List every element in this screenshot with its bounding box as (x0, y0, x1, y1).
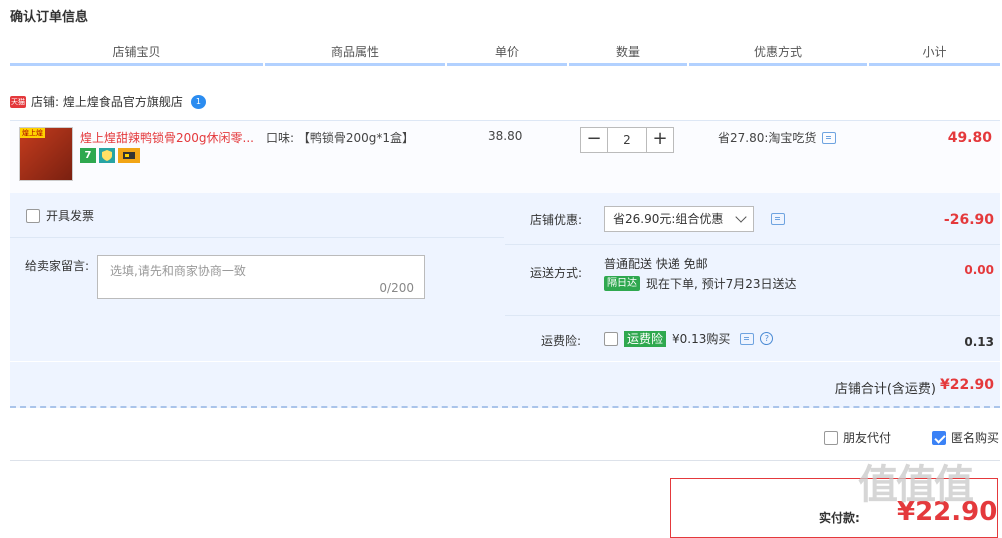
freight-insurance-checkbox[interactable] (604, 331, 618, 346)
shipping-eta-row: 隔日达 现在下单, 预计7月23日送达 (604, 275, 797, 292)
next-day-delivery-badge: 隔日达 (604, 276, 640, 291)
column-header-subtotal: 小计 (869, 40, 1000, 66)
quantity-stepper: − 2 + (580, 127, 674, 153)
friend-pay-checkbox[interactable] (824, 430, 838, 445)
tmall-icon: 天猫 (10, 96, 26, 108)
order-options-right: 店铺优惠: 省26.90元:组合优惠 -26.90 运送方式: 普通配送 快递 … (505, 193, 1000, 361)
shipping-method: 普通配送 快递 免邮 (604, 257, 708, 271)
seller-message-char-count: 0/200 (379, 281, 414, 295)
discount-info-icon[interactable] (771, 213, 785, 225)
anonymous-purchase-option[interactable]: 匿名购买 (932, 429, 999, 446)
credit-card-icon[interactable] (118, 148, 140, 163)
seller-message-placeholder: 选填,请先和商家协商一致 (110, 264, 246, 278)
column-header-attributes: 商品属性 (265, 40, 445, 66)
guarantee-shield-icon[interactable] (99, 148, 115, 163)
unit-price: 38.80 (488, 129, 523, 143)
seller-message-input[interactable]: 选填,请先和商家协商一致 0/200 (97, 255, 425, 299)
shop-name[interactable]: 店铺: 煌上煌食品官方旗舰店 (31, 94, 183, 110)
promotion-info-icon[interactable] (822, 131, 837, 144)
seven-day-return-icon[interactable]: 7 (80, 148, 96, 163)
freight-insurance-price: ¥0.13购买 (672, 332, 731, 346)
shop-total-bar: 店铺合计(含运费) ¥22.90 (10, 362, 1000, 408)
shop-total-amount: ¥22.90 (939, 377, 994, 393)
help-question-icon[interactable]: ? (760, 332, 774, 345)
watermark: 值值值 (858, 462, 974, 508)
shop-discount-select[interactable]: 省26.90元:组合优惠 (604, 206, 754, 232)
invoice-row: 开具发票 (10, 193, 504, 238)
freight-insurance-option: 运费险 ¥0.13购买 ? (604, 330, 774, 347)
friend-pay-option[interactable]: 朋友代付 (824, 429, 891, 446)
quantity-increase-button[interactable]: + (646, 127, 674, 153)
invoice-checkbox[interactable] (26, 208, 40, 223)
order-item-row: 煌上煌 煌上煌甜辣鸭锁骨200g休闲零... 7 口味: 【鸭锁骨200g*1盒… (10, 120, 1000, 194)
quantity-input[interactable]: 2 (608, 127, 646, 153)
shipping-section: 运送方式: 普通配送 快递 免邮 隔日达 现在下单, 预计7月23日送达 0.0… (505, 245, 1000, 316)
invoice-option[interactable]: 开具发票 (26, 207, 94, 224)
freight-insurance-label: 运费险: (541, 334, 582, 348)
quantity-decrease-button[interactable]: − (580, 127, 608, 153)
freight-insurance-badge: 运费险 (624, 330, 667, 347)
product-thumbnail[interactable]: 煌上煌 (19, 127, 73, 181)
service-badges: 7 (80, 148, 140, 163)
shop-discount-amount: -26.90 (943, 212, 994, 228)
product-attribute: 口味: 【鸭锁骨200g*1盒】 (266, 131, 415, 145)
order-options-panel: 开具发票 给卖家留言: 选填,请先和商家协商一致 0/200 店铺优惠: 省26… (10, 193, 1000, 361)
column-header-quantity: 数量 (569, 40, 687, 66)
shop-discount-selected-value: 省26.90元:组合优惠 (613, 212, 724, 226)
order-options-left: 开具发票 给卖家留言: 选填,请先和商家协商一致 0/200 (10, 193, 504, 361)
thumbnail-brand-tag: 煌上煌 (20, 128, 45, 138)
item-promotion-text: 省27.80:淘宝吃货 (718, 131, 817, 145)
freight-insurance-section: 运费险: 运费险 ¥0.13购买 ? 0.13 (505, 316, 1000, 361)
invoice-label: 开具发票 (46, 209, 95, 223)
freight-insurance-amount: 0.13 (964, 335, 994, 349)
insurance-info-icon[interactable] (740, 332, 755, 345)
anonymous-purchase-label: 匿名购买 (951, 431, 1000, 445)
shop-total-label: 店铺合计(含运费) (834, 382, 936, 397)
payment-options-row: 朋友代付 匿名购买 (10, 420, 1000, 461)
seller-message-label: 给卖家留言: (25, 259, 90, 273)
column-header-price: 单价 (447, 40, 567, 66)
shop-discount-section: 店铺优惠: 省26.90元:组合优惠 -26.90 (505, 193, 1000, 245)
shipping-eta: 现在下单, 预计7月23日送达 (646, 277, 797, 291)
anonymous-purchase-checkbox[interactable] (932, 430, 946, 445)
shop-discount-label: 店铺优惠: (530, 213, 583, 227)
product-name-link[interactable]: 煌上煌甜辣鸭锁骨200g休闲零... (80, 129, 254, 146)
wangwang-chat-icon[interactable]: 1 (190, 95, 206, 109)
column-header-row: 店铺宝贝 商品属性 单价 数量 优惠方式 小计 (10, 40, 1000, 66)
shipping-amount: 0.00 (964, 263, 994, 277)
item-subtotal: 49.80 (947, 130, 992, 146)
column-header-item: 店铺宝贝 (10, 40, 263, 66)
actual-payment-label: 实付款: (819, 511, 860, 525)
chevron-down-icon (735, 211, 747, 223)
column-header-promotion: 优惠方式 (689, 40, 867, 66)
item-promotion: 省27.80:淘宝吃货 (718, 129, 837, 146)
page-title: 确认订单信息 (10, 10, 89, 25)
friend-pay-label: 朋友代付 (843, 431, 892, 445)
shop-header: 天猫 店铺: 煌上煌食品官方旗舰店 1 (10, 94, 206, 110)
shipping-label: 运送方式: (530, 266, 583, 280)
